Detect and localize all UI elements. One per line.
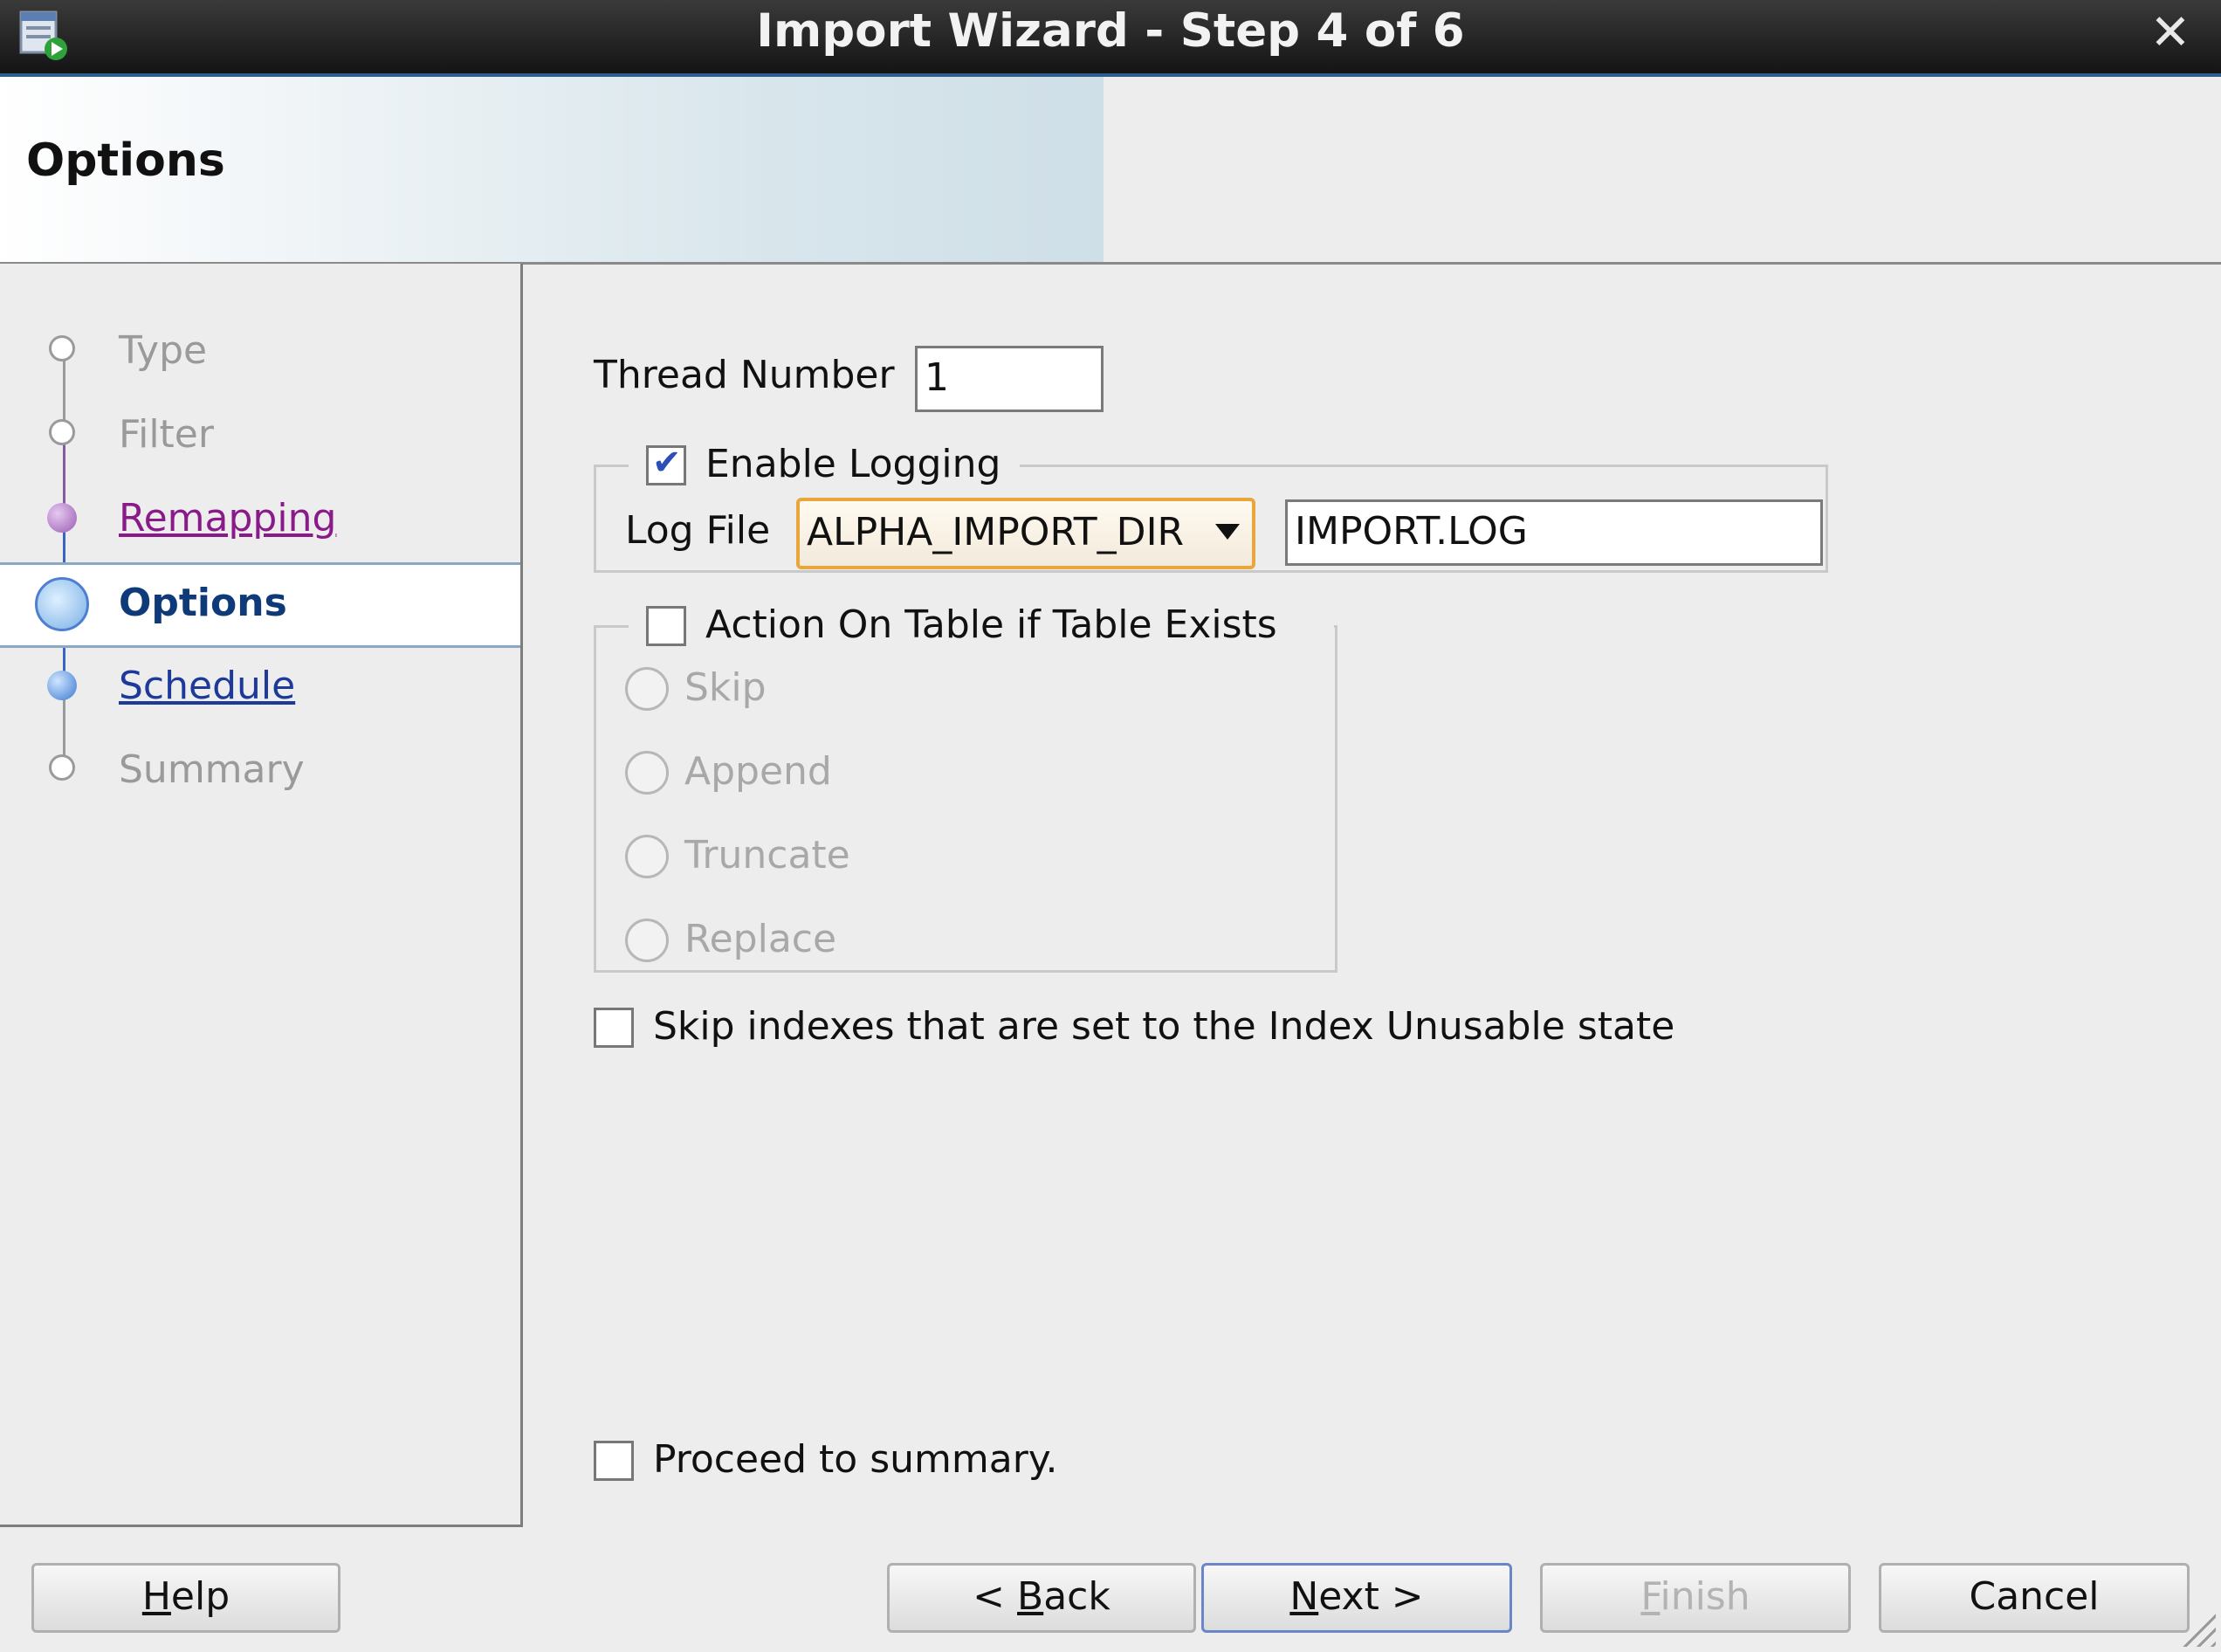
log-directory-dropdown[interactable]: ALPHA_IMPORT_DIR: [796, 498, 1255, 569]
step-type: Type: [0, 313, 520, 393]
logging-group-title: Enable Logging: [629, 442, 1020, 491]
step-label: Remapping: [119, 496, 337, 540]
skip-indexes-checkbox[interactable]: [594, 1008, 634, 1048]
step-label: Options: [119, 581, 287, 625]
close-icon[interactable]: ✕: [2144, 7, 2197, 59]
step-label: Type: [119, 328, 208, 373]
page-title: Options: [26, 134, 225, 187]
action-replace-radio[interactable]: [625, 919, 669, 962]
action-truncate-label: Truncate: [684, 833, 850, 878]
step-node-icon: [49, 335, 75, 361]
finish-button[interactable]: Finish: [1540, 1563, 1851, 1633]
step-options[interactable]: Options: [0, 562, 520, 648]
thread-number-label: Thread Number: [594, 353, 895, 397]
step-filter: Filter: [0, 396, 520, 477]
step-summary: Summary: [0, 732, 520, 812]
enable-logging-label: Enable Logging: [705, 442, 1001, 486]
action-on-table-label: Action On Table if Table Exists: [705, 602, 1277, 647]
log-file-field[interactable]: IMPORT.LOG: [1285, 499, 1823, 566]
log-directory-value: ALPHA_IMPORT_DIR: [807, 510, 1185, 554]
action-skip-label: Skip: [684, 665, 767, 710]
step-node-icon: [35, 577, 89, 631]
action-on-table-checkbox[interactable]: [646, 606, 686, 646]
step-schedule[interactable]: Schedule: [0, 648, 520, 728]
action-truncate-radio[interactable]: [625, 835, 669, 878]
action-group-title: Action On Table if Table Exists: [629, 602, 1334, 651]
next-button[interactable]: Next >: [1201, 1563, 1512, 1633]
skip-indexes-label: Skip indexes that are set to the Index U…: [653, 1004, 1675, 1049]
step-node-icon: [47, 503, 77, 533]
action-append-label: Append: [684, 749, 832, 794]
action-append-radio[interactable]: [625, 751, 669, 795]
wizard-header: Options: [0, 77, 2221, 265]
back-button[interactable]: < Back: [887, 1563, 1196, 1633]
title-bar: Import Wizard - Step 4 of 6 ✕: [0, 0, 2221, 77]
action-replace-label: Replace: [684, 917, 837, 961]
step-node-icon: [49, 754, 75, 781]
help-button[interactable]: Help: [31, 1563, 340, 1633]
chevron-down-icon: [1215, 524, 1240, 540]
step-remapping[interactable]: Remapping: [0, 480, 520, 561]
step-label: Schedule: [119, 664, 296, 708]
step-node-icon: [49, 419, 75, 445]
log-file-label: Log File: [625, 508, 771, 553]
proceed-to-summary-checkbox[interactable]: [594, 1441, 634, 1481]
action-skip-radio[interactable]: [625, 667, 669, 711]
window-title: Import Wizard - Step 4 of 6: [756, 4, 1465, 58]
step-label: Summary: [119, 747, 305, 792]
cancel-button[interactable]: Cancel: [1879, 1563, 2190, 1633]
enable-logging-checkbox[interactable]: [646, 443, 686, 485]
proceed-to-summary-label: Proceed to summary.: [653, 1437, 1058, 1482]
wizard-steps-nav: Type Filter Remapping Options Schedule S…: [0, 264, 523, 1527]
step-label: Filter: [119, 412, 214, 457]
step-node-icon: [47, 671, 77, 700]
thread-number-field[interactable]: 1: [915, 346, 1104, 412]
